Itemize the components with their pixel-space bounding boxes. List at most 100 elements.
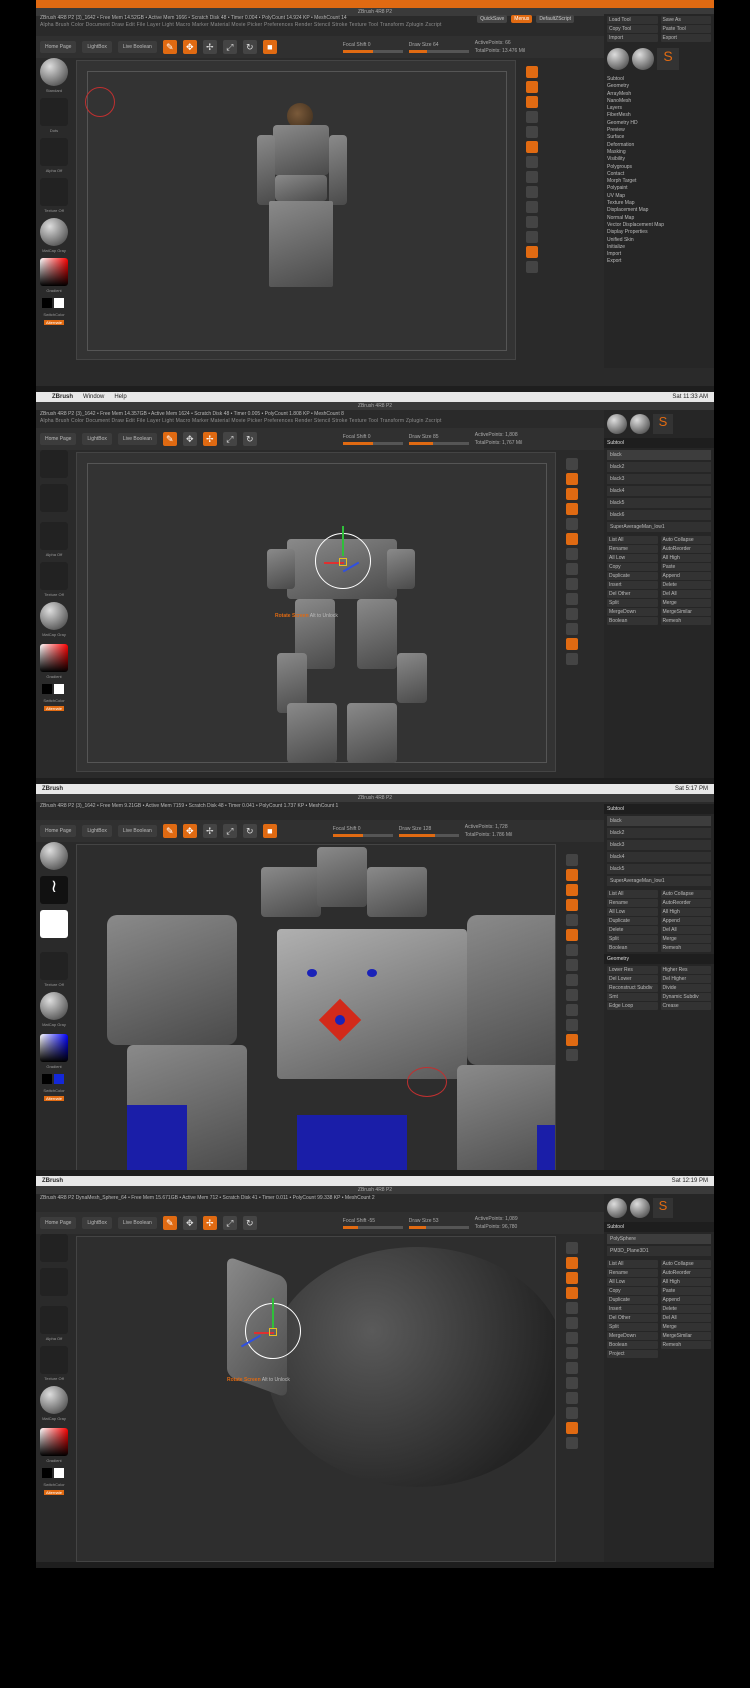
all-high-button[interactable]: All High [660, 908, 711, 916]
frame-icon[interactable] [566, 578, 578, 590]
lightbox-button[interactable]: LightBox [82, 41, 112, 53]
move-view-icon[interactable] [566, 989, 578, 1001]
edit-icon[interactable]: ✎ [162, 40, 177, 54]
color-picker[interactable] [40, 1428, 68, 1456]
polypaint-menu-item[interactable]: Polypaint [607, 185, 711, 192]
tool-thumb-2[interactable] [630, 414, 650, 434]
standard-brush-icon[interactable] [40, 58, 68, 86]
all-low-button[interactable]: All Low [607, 1278, 658, 1286]
subtool-header[interactable]: Subtool [604, 1222, 714, 1232]
polyf-icon[interactable] [566, 638, 578, 650]
rotate-icon[interactable]: ↻ [242, 432, 257, 446]
spix-icon[interactable] [566, 473, 578, 485]
transpose-brush-icon[interactable] [40, 1234, 68, 1262]
bpr-icon[interactable] [526, 66, 538, 78]
zoom-icon[interactable] [566, 899, 578, 911]
duplicate-button[interactable]: Duplicate [607, 917, 658, 925]
live-boolean-button[interactable]: Live Boolean [117, 41, 157, 53]
surface-menu-item[interactable]: Surface [607, 134, 711, 141]
home-page-button[interactable]: Home Page [40, 41, 77, 53]
spix-icon[interactable] [566, 1257, 578, 1269]
list-all-button[interactable]: List All [607, 1260, 658, 1268]
texture-off-icon[interactable] [40, 952, 68, 980]
mrgb-icon[interactable]: ■ [262, 824, 277, 838]
secondary-color-swatch[interactable] [54, 1074, 64, 1084]
primary-color-swatch[interactable] [42, 684, 52, 694]
move-icon[interactable]: ✢ [202, 40, 217, 54]
black6-subtool[interactable]: black6 [607, 510, 711, 520]
zoom3d-icon[interactable] [566, 1392, 578, 1404]
edit-icon[interactable]: ✎ [162, 824, 177, 838]
boolean-button[interactable]: Boolean [607, 944, 658, 952]
live-boolean-button[interactable]: Live Boolean [117, 433, 157, 445]
live-boolean-button[interactable]: Live Boolean [117, 1217, 157, 1229]
superaverageman-low1-subtool[interactable]: SuperAverageMan_low1 [607, 876, 711, 886]
fibermesh-menu-item[interactable]: FiberMesh [607, 112, 711, 119]
import-button[interactable]: Import [607, 34, 658, 42]
persp-icon[interactable] [566, 533, 578, 545]
brush-alpha-icon[interactable] [40, 910, 68, 938]
black-subtool[interactable]: black [607, 450, 711, 460]
alpha-off-icon[interactable] [40, 522, 68, 550]
primary-color-swatch[interactable] [42, 1074, 52, 1084]
scale-icon[interactable]: ⤢ [222, 40, 237, 54]
duplicate-button[interactable]: Duplicate [607, 1296, 658, 1304]
tool-thumb-1[interactable] [607, 414, 627, 434]
project-button[interactable]: Project [607, 1350, 658, 1358]
del-other-button[interactable]: Del Other [607, 1314, 658, 1322]
mergesimilar-button[interactable]: MergeSimilar [660, 608, 711, 616]
visibility-menu-item[interactable]: Visibility [607, 156, 711, 163]
rotate-icon[interactable]: ↻ [242, 40, 257, 54]
del-all-button[interactable]: Del All [660, 926, 711, 934]
viewport[interactable] [76, 844, 556, 1174]
tool-thumb-2[interactable] [632, 48, 654, 70]
all-low-button[interactable]: All Low [607, 908, 658, 916]
viewport[interactable]: Rotate Screen Alt to Unlock [76, 1236, 556, 1562]
list-all-button[interactable]: List All [607, 890, 658, 898]
persp-icon[interactable] [566, 929, 578, 941]
rename-button[interactable]: Rename [607, 899, 658, 907]
clay-buildup-brush-icon[interactable] [40, 842, 68, 870]
initialize-menu-item[interactable]: Initialize [607, 244, 711, 251]
focal-shift-slider[interactable]: Focal Shift 0 [342, 42, 403, 53]
tool-thumb-1[interactable] [607, 48, 629, 70]
zoom3d-icon[interactable] [566, 1004, 578, 1016]
zoom-icon[interactable] [566, 503, 578, 515]
local-icon[interactable] [566, 959, 578, 971]
transpose-gizmo[interactable] [315, 526, 371, 589]
morph-target-menu-item[interactable]: Morph Target [607, 178, 711, 185]
switch-color-label[interactable]: SwitchColor [38, 312, 70, 317]
alpha-off-icon[interactable] [40, 1306, 68, 1334]
bpr-icon[interactable] [566, 1242, 578, 1254]
normal-map-menu-item[interactable]: Normal Map [607, 215, 711, 222]
append-button[interactable]: Append [660, 572, 711, 580]
primary-color-swatch[interactable] [42, 1468, 52, 1478]
transpose-brush-icon[interactable] [40, 450, 68, 478]
remesh-button[interactable]: Remesh [660, 944, 711, 952]
scale-icon[interactable]: ⤢ [222, 1216, 237, 1230]
local-icon[interactable] [566, 563, 578, 575]
smt-button[interactable]: Smt [607, 993, 658, 1001]
transp-icon[interactable] [566, 1049, 578, 1061]
append-button[interactable]: Append [660, 1296, 711, 1304]
scale-icon[interactable]: ⤢ [222, 432, 237, 446]
del-all-button[interactable]: Del All [660, 590, 711, 598]
draw-icon[interactable]: ✥ [182, 40, 197, 54]
save-as-button[interactable]: Save As [660, 16, 711, 24]
matcap-material-icon[interactable] [40, 602, 68, 630]
rotate-icon[interactable]: ↻ [242, 1216, 257, 1230]
secondary-color-swatch[interactable] [54, 1468, 64, 1478]
help-menu[interactable]: Help [114, 394, 126, 400]
del-lower-button[interactable]: Del Lower [607, 975, 658, 983]
home-page-button[interactable]: Home Page [40, 433, 77, 445]
insert-button[interactable]: Insert [607, 581, 658, 589]
floor-icon[interactable] [566, 1332, 578, 1344]
merge-button[interactable]: Merge [660, 1323, 711, 1331]
boolean-button[interactable]: Boolean [607, 617, 658, 625]
contact-menu-item[interactable]: Contact [607, 171, 711, 178]
subtool-menu-item[interactable]: Subtool [607, 76, 711, 83]
layers-menu-item[interactable]: Layers [607, 105, 711, 112]
texture-off-icon[interactable] [40, 178, 68, 206]
move-icon[interactable]: ✢ [202, 1216, 217, 1230]
lightbox-button[interactable]: LightBox [82, 825, 112, 837]
